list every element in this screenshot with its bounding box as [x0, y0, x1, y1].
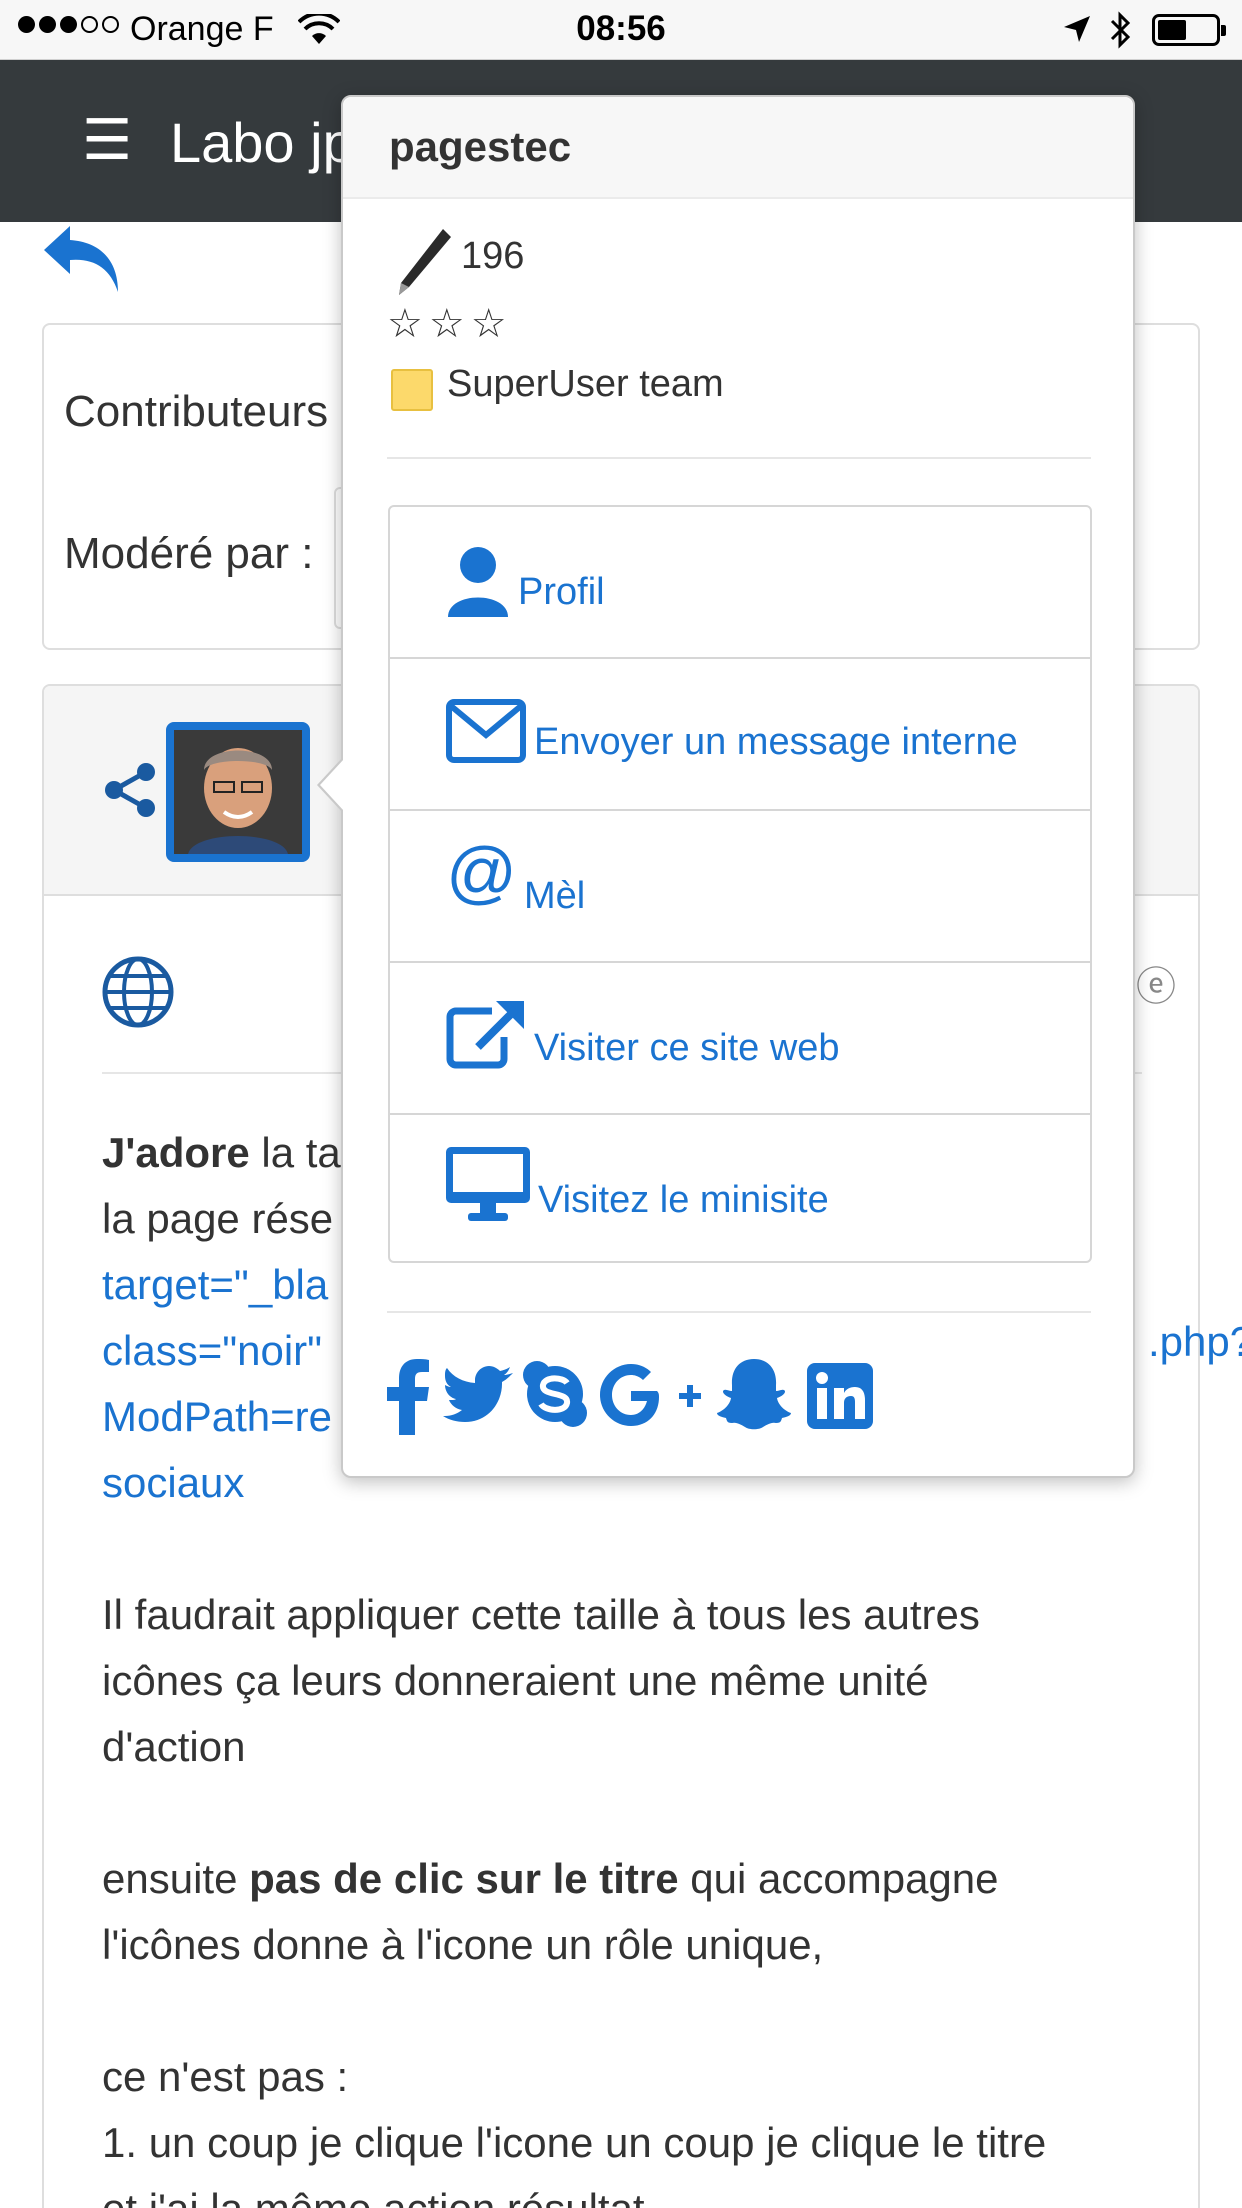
location-arrow-icon [1062, 14, 1092, 49]
avatar[interactable] [166, 722, 310, 862]
menu-label: Visitez le minisite [538, 1179, 829, 1221]
post-text: icônes ça leurs donneraient une même uni… [102, 1657, 929, 1704]
team-label: SuperUser team [447, 363, 724, 405]
post-text: l'icônes donne à l'icone un rôle unique, [102, 1921, 824, 1968]
post-text: qui accompagne [678, 1855, 999, 1902]
post-text-bold: pas de clic sur le titre [249, 1855, 679, 1902]
team-folder-icon [391, 369, 433, 411]
user-icon [446, 545, 510, 622]
back-arrow-icon[interactable] [40, 222, 124, 303]
post-text: ensuite [102, 1855, 250, 1902]
site-title[interactable]: Labo jp [170, 110, 354, 175]
google-plus-icon[interactable] [599, 1363, 703, 1432]
menu-label: Envoyer un message interne [534, 721, 1018, 763]
popover-arrow [317, 757, 344, 813]
rating-stars: ☆ ☆ ☆ [387, 301, 507, 347]
moderated-by-label: Modéré par : [64, 529, 314, 578]
post-text: et j'ai la même action résultat [102, 2176, 1172, 2208]
user-action-menu: Profil Envoyer un message interne @ Mèl … [388, 505, 1092, 1263]
contributors-label: Contributeurs [64, 387, 329, 436]
external-link-icon [446, 997, 526, 1074]
bluetooth-icon [1108, 10, 1134, 55]
post-text-bold: J'adore [102, 1129, 250, 1176]
popover-divider [387, 457, 1091, 459]
hamburger-menu-icon[interactable]: ☰ [82, 112, 132, 168]
menu-item-website[interactable]: Visiter ce site web [390, 963, 1090, 1115]
pen-icon [393, 225, 455, 304]
post-info-icon[interactable]: ⓔ [1136, 954, 1176, 1012]
menu-item-profile[interactable]: Profil [390, 507, 1090, 659]
star-icon: ☆ [470, 302, 507, 346]
snapchat-icon[interactable] [715, 1357, 793, 1436]
post-text: Il faudrait appliquer cette taille à tou… [102, 1591, 980, 1638]
facebook-icon[interactable] [387, 1359, 431, 1440]
post-text: ce n'est pas : [102, 2053, 349, 2100]
skype-icon[interactable] [521, 1359, 589, 1434]
menu-label: Profil [518, 571, 605, 613]
status-bar: Orange F 08:56 [0, 0, 1242, 60]
battery-icon [1152, 14, 1226, 46]
popover-header: pagestec [343, 97, 1133, 199]
menu-item-minisite[interactable]: Visitez le minisite [390, 1115, 1090, 1267]
share-icon[interactable] [102, 762, 158, 823]
envelope-icon [446, 699, 526, 768]
clock: 08:56 [576, 9, 666, 48]
globe-icon[interactable] [100, 954, 176, 1035]
desktop-icon [446, 1147, 530, 1228]
twitter-icon[interactable] [443, 1365, 513, 1430]
post-text: d'action [102, 1723, 246, 1770]
post-text: la ta [249, 1129, 341, 1176]
menu-label: Visiter ce site web [534, 1027, 840, 1069]
post-link[interactable]: .php? [1148, 1318, 1242, 1366]
post-count: 196 [461, 235, 525, 277]
star-icon: ☆ [428, 302, 465, 346]
at-icon: @ [446, 833, 518, 911]
menu-item-message[interactable]: Envoyer un message interne [390, 659, 1090, 811]
star-icon: ☆ [387, 302, 423, 346]
menu-item-mail[interactable]: @ Mèl [390, 811, 1090, 963]
menu-label: Mèl [524, 875, 586, 917]
popover-username: pagestec [389, 123, 572, 170]
popover-divider [387, 1311, 1091, 1313]
user-popover: pagestec 196 ☆ ☆ ☆ SuperUser team Profil… [317, 95, 1135, 1478]
post-text: 1. un coup je clique l'icone un coup je … [102, 2119, 1047, 2166]
linkedin-icon[interactable] [807, 1363, 873, 1434]
